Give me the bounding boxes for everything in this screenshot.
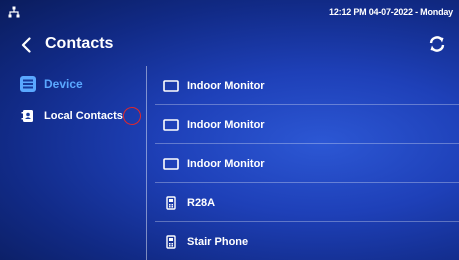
door-phone-icon (163, 234, 179, 249)
device-list: Indoor Monitor Indoor Monitor Indoor Mon… (147, 66, 459, 260)
status-bar: 12:12 PM 04-07-2022 - Monday (0, 0, 459, 24)
sync-button[interactable] (427, 34, 447, 54)
page-title: Contacts (45, 35, 114, 52)
device-name: Indoor Monitor (187, 118, 265, 131)
sidebar-item-device[interactable]: Device (0, 70, 83, 98)
sidebar: Device Local Contacts (0, 64, 146, 260)
device-name: R28A (187, 196, 216, 209)
device-list-icon (20, 76, 36, 92)
back-button[interactable] (18, 36, 34, 54)
monitor-icon (163, 118, 179, 132)
sync-icon (429, 36, 445, 52)
monitor-icon (163, 157, 179, 171)
list-item[interactable]: Indoor Monitor (147, 66, 459, 105)
device-name: Stair Phone (187, 235, 249, 248)
sidebar-item-local-contacts[interactable]: Local Contacts (0, 102, 123, 130)
chevron-left-icon (21, 37, 31, 53)
sidebar-item-label: Local Contacts (44, 110, 123, 122)
list-item[interactable]: R28A (147, 183, 459, 222)
list-item[interactable]: Indoor Monitor (147, 105, 459, 144)
contacts-screen: 12:12 PM 04-07-2022 - Monday Contacts De… (0, 0, 459, 260)
device-name: Indoor Monitor (187, 157, 265, 170)
list-item[interactable]: Indoor Monitor (147, 144, 459, 183)
list-item[interactable]: Stair Phone (147, 222, 459, 260)
status-datetime: 12:12 PM 04-07-2022 - Monday (329, 7, 453, 17)
door-phone-icon (163, 195, 179, 210)
sidebar-item-label: Device (44, 77, 83, 91)
network-icon (8, 6, 20, 18)
device-name: Indoor Monitor (187, 79, 265, 92)
contacts-book-icon (20, 108, 36, 124)
monitor-icon (163, 79, 179, 93)
annotation-circle (123, 107, 141, 125)
header: Contacts (0, 26, 459, 62)
